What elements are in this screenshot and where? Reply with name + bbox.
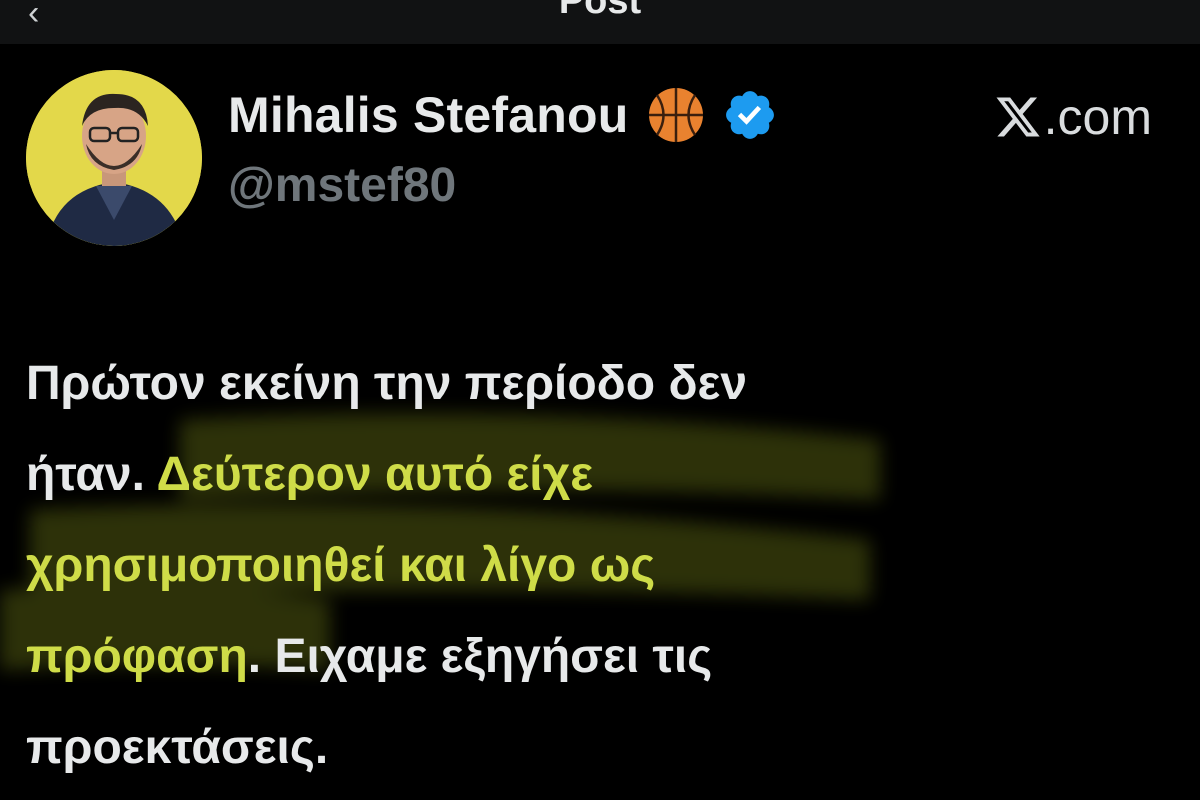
author-name-row: Mihalis Stefanou [228, 80, 778, 150]
author-handle[interactable]: @mstef80 [228, 158, 778, 213]
tweet-screenshot: ‹ Post Mihalis Stefanou @mstef80 .com Πρ… [0, 0, 1200, 800]
highlighted-text-segment: χρησιμοποιηθεί και λίγο ως [26, 539, 656, 592]
highlighted-text-segment: Δεύτερον αυτό είχε [156, 448, 594, 501]
tweet-line: Πρώτον εκείνη την περίοδο δεν [26, 338, 1026, 429]
highlighted-text-segment: πρόφαση [26, 630, 248, 683]
avatar-photo [26, 70, 202, 246]
tweet-line: πρόφαση. Ειχαμε εξηγήσει τις [26, 611, 1026, 702]
author-header: Mihalis Stefanou @mstef80 [228, 80, 778, 213]
tweet-text-segment: Πρώτον εκείνη την περίοδο δεν [26, 357, 748, 410]
top-navigation-bar: ‹ Post [0, 0, 1200, 44]
avatar[interactable] [26, 70, 202, 246]
tweet-line: χρησιμοποιηθεί και λίγο ως [26, 520, 1026, 611]
basketball-emoji-icon [649, 88, 704, 142]
x-logo-icon [996, 97, 1040, 137]
tweet-text-segment: ήταν. [26, 448, 157, 501]
author-display-name[interactable]: Mihalis Stefanou [228, 86, 628, 144]
brand-domain-label: .com [1043, 89, 1152, 145]
tweet-text: Πρώτον εκείνη την περίοδο δεν ήταν. Δεύτ… [26, 338, 1026, 793]
top-bar-title: Post [558, 0, 642, 22]
tweet-line: προεκτάσεις. [26, 702, 1026, 793]
tweet-text-segment: . Ειχαμε εξηγήσει τις [247, 630, 713, 683]
verified-badge-icon [726, 91, 775, 139]
x-brand-link[interactable]: .com [994, 88, 1152, 146]
tweet-line: ήταν. Δεύτερον αυτό είχε [26, 429, 1026, 520]
tweet-text-segment: προεκτάσεις. [26, 721, 329, 774]
